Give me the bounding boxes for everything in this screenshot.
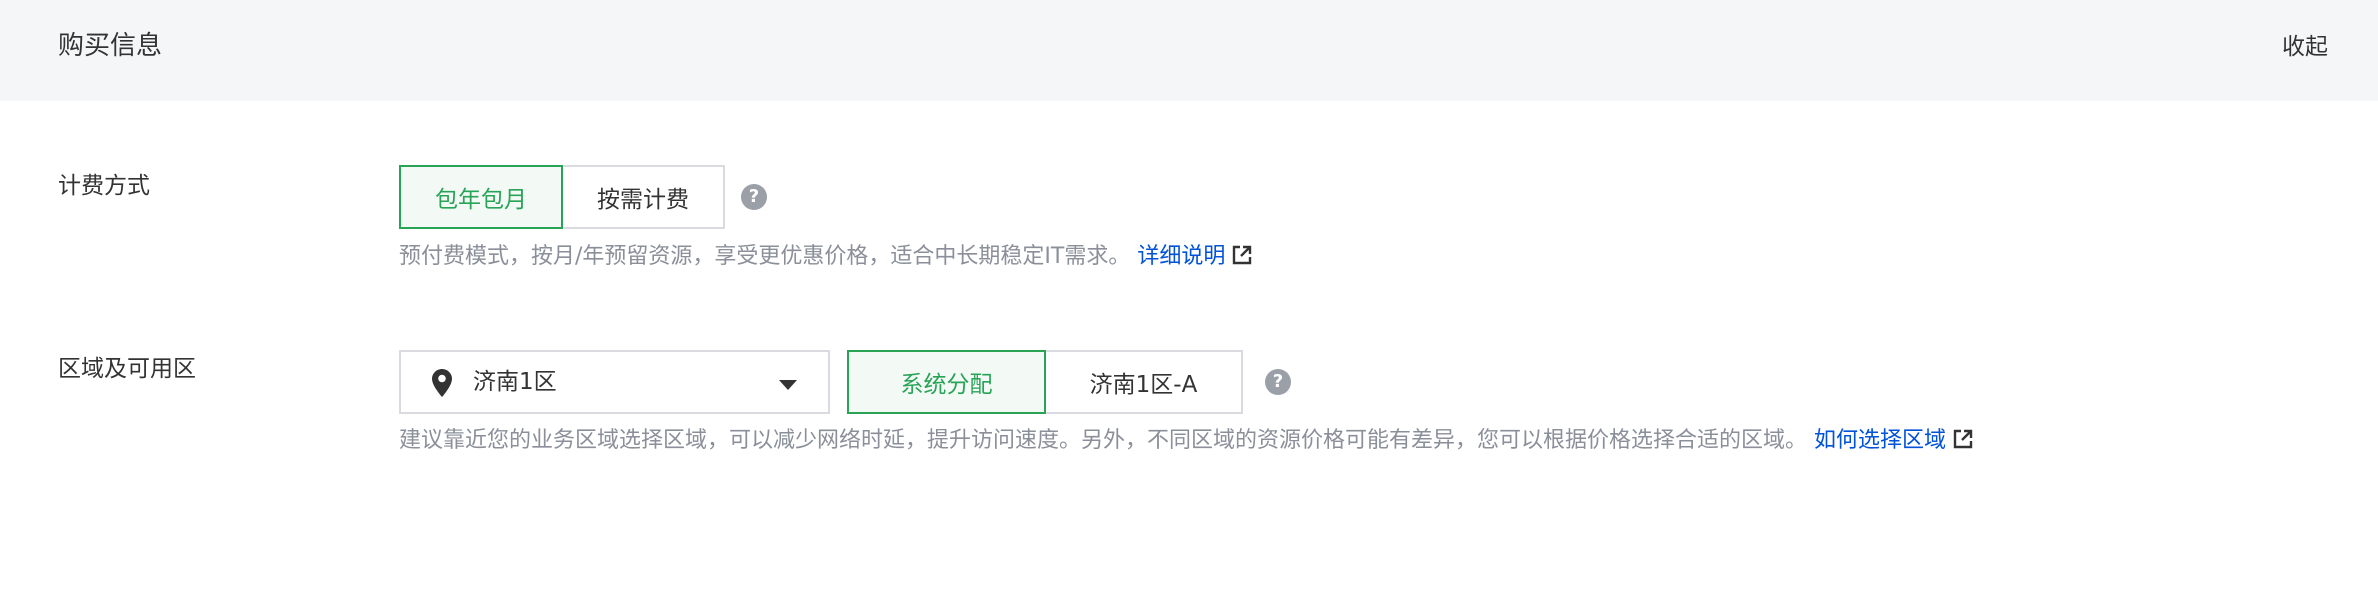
region-hint: 建议靠近您的业务区域选择区域，可以减少网络时延，提升访问速度。另外，不同区域的资… [399, 425, 1974, 457]
billing-help-icon[interactable]: ? [741, 184, 767, 210]
zone-help-icon[interactable]: ? [1265, 369, 1291, 395]
external-link-icon [1233, 245, 1252, 265]
zone-option-jinan-1a[interactable]: 济南1区-A [1044, 350, 1243, 414]
billing-details-link-label: 详细说明 [1137, 244, 1226, 269]
billing-hint: 预付费模式，按月/年预留资源，享受更优惠价格，适合中长期稳定IT需求。 详细说明 [399, 241, 1253, 273]
location-pin-icon [432, 369, 452, 397]
billing-label: 计费方式 [58, 173, 150, 199]
collapse-button[interactable]: 收起 [2282, 30, 2328, 64]
zone-segment: 系统分配 济南1区-A [847, 350, 1243, 414]
region-select[interactable]: 济南1区 [399, 350, 830, 414]
external-link-icon [1953, 429, 1973, 449]
region-guide-link[interactable]: 如何选择区域 [1814, 428, 1974, 453]
billing-option-on-demand[interactable]: 按需计费 [561, 165, 725, 229]
billing-hint-text: 预付费模式，按月/年预留资源，享受更优惠价格，适合中长期稳定IT需求。 [399, 244, 1131, 269]
billing-mode-segment: 包年包月 按需计费 [399, 165, 725, 229]
section-header: 购买信息 收起 [0, 0, 2378, 101]
region-hint-text: 建议靠近您的业务区域选择区域，可以减少网络时延，提升访问速度。另外，不同区域的资… [399, 428, 1808, 453]
region-guide-link-label: 如何选择区域 [1814, 428, 1947, 453]
region-select-value: 济南1区 [473, 369, 557, 395]
section-title: 购买信息 [58, 31, 163, 61]
chevron-down-icon [779, 380, 797, 390]
billing-details-link[interactable]: 详细说明 [1137, 244, 1253, 269]
zone-option-auto[interactable]: 系统分配 [847, 350, 1046, 414]
billing-option-monthly[interactable]: 包年包月 [399, 165, 563, 229]
region-label: 区域及可用区 [58, 356, 196, 382]
